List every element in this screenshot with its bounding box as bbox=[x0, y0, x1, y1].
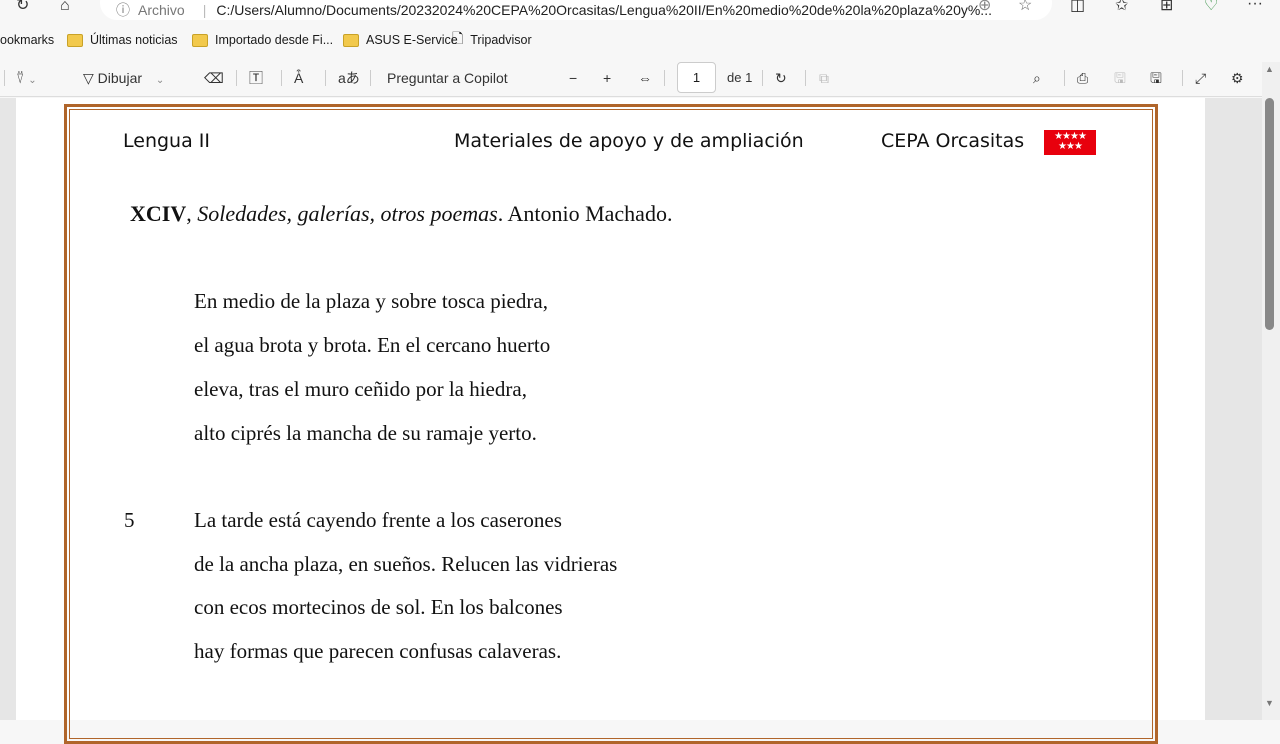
text-box-icon[interactable]: 🅃 bbox=[249, 68, 263, 88]
browser-essentials-icon[interactable]: ♡ bbox=[1204, 0, 1218, 16]
bookmark-label: Tripadvisor bbox=[470, 33, 532, 47]
draw-label: Dibujar bbox=[97, 70, 143, 86]
zoom-out-icon[interactable]: − bbox=[569, 68, 577, 88]
fullscreen-icon[interactable]: ⤢ bbox=[1195, 68, 1206, 88]
verse-line: La tarde está cayendo frente a los caser… bbox=[194, 508, 562, 532]
settings-gear-icon[interactable]: ⚙ bbox=[1231, 68, 1244, 88]
poem-number: XCIV bbox=[130, 201, 187, 226]
scroll-up-icon[interactable]: ▲ bbox=[1265, 64, 1274, 74]
save-icon[interactable]: 🖫 bbox=[1114, 68, 1126, 88]
verse-line: con ecos mortecinos de sol. En los balco… bbox=[194, 595, 563, 619]
folder-icon bbox=[343, 33, 359, 47]
read-aloud-icon[interactable]: A͒ bbox=[294, 68, 303, 88]
folder-icon bbox=[67, 33, 83, 47]
collections-icon[interactable]: ⊞ bbox=[1160, 0, 1173, 16]
draw-icon: ▽ bbox=[83, 70, 94, 86]
address-divider: | bbox=[202, 2, 207, 18]
ask-copilot-button[interactable]: Preguntar a Copilot bbox=[387, 68, 508, 88]
bookmark-ultimas-noticias[interactable]: Últimas noticias bbox=[67, 30, 178, 50]
favorite-star-icon[interactable]: ☆ bbox=[1018, 0, 1032, 16]
verse-line: alto ciprés la mancha de su ramaje yerto… bbox=[194, 421, 537, 445]
header-school: CEPA Orcasitas bbox=[881, 130, 1025, 152]
home-icon[interactable]: ⌂ bbox=[60, 0, 70, 16]
bookmark-importado[interactable]: Importado desde Fi... bbox=[192, 30, 333, 50]
info-icon: ⓘ bbox=[116, 2, 130, 18]
page-total: de 1 bbox=[727, 70, 753, 85]
header-subject: Lengua II bbox=[123, 130, 210, 152]
scroll-down-icon[interactable]: ▼ bbox=[1265, 698, 1274, 708]
eraser-icon[interactable]: ⌫ bbox=[204, 68, 224, 88]
madrid-flag-logo: ★★★★ ★★★ bbox=[1044, 130, 1096, 155]
highlight-icon[interactable]: ⍢ ⌄ bbox=[16, 68, 37, 91]
verse-line: hay formas que parecen confusas calavera… bbox=[194, 639, 562, 663]
header-title: Materiales de apoyo y de ampliación bbox=[454, 130, 804, 152]
split-screen-icon[interactable]: ◫ bbox=[1070, 0, 1085, 16]
draw-button[interactable]: ▽ Dibujar ⌄ bbox=[83, 68, 164, 91]
title-separator: , bbox=[186, 201, 198, 226]
print-icon[interactable]: ⎙ bbox=[1077, 68, 1088, 88]
page-icon: 🗋 bbox=[452, 30, 464, 46]
bookmark-label: Últimas noticias bbox=[90, 33, 178, 47]
author: . Antonio Machado. bbox=[497, 201, 673, 226]
verse-line: En medio de la plaza y sobre tosca piedr… bbox=[194, 289, 548, 313]
line-number: 5 bbox=[124, 508, 135, 532]
zoom-icon[interactable]: ⊕ bbox=[978, 0, 991, 16]
translate-icon[interactable]: aあ bbox=[338, 68, 360, 88]
bookmark-all[interactable]: ookmarks bbox=[0, 30, 54, 50]
save-as-icon[interactable]: 🖫 bbox=[1150, 68, 1162, 88]
verse-line: de la ancha plaza, en sueños. Relucen la… bbox=[194, 552, 618, 576]
zoom-in-icon[interactable]: + bbox=[603, 68, 611, 88]
bookmark-tripadvisor[interactable]: 🗋 Tripadvisor bbox=[452, 30, 532, 50]
address-prefix: Archivo bbox=[138, 2, 185, 18]
more-menu-icon[interactable]: ··· bbox=[1247, 0, 1263, 14]
fit-width-icon[interactable]: ⇔ bbox=[638, 68, 652, 88]
book-title: Soledades, galerías, otros poemas bbox=[197, 201, 498, 226]
url-text: C:/Users/Alumno/Documents/20232024%20CEP… bbox=[216, 2, 992, 18]
bookmark-label: ASUS E-Service bbox=[366, 33, 458, 47]
bookmark-asus[interactable]: ASUS E-Service bbox=[343, 30, 458, 50]
page-view-icon[interactable]: ⧉ bbox=[819, 68, 829, 88]
folder-icon bbox=[192, 33, 208, 47]
bookmark-label: ookmarks bbox=[0, 33, 55, 47]
scrollbar-thumb[interactable] bbox=[1265, 98, 1274, 330]
search-icon[interactable]: ⌕ bbox=[1033, 68, 1041, 88]
poem-title: XCIV, Soledades, galerías, otros poemas.… bbox=[130, 201, 672, 227]
verse-line: eleva, tras el muro ceñido por la hiedra… bbox=[194, 377, 527, 401]
favorites-icon[interactable]: ✩ bbox=[1115, 0, 1128, 16]
address-bar[interactable]: ⓘ Archivo | C:/Users/Alumno/Documents/20… bbox=[100, 0, 1052, 20]
bookmark-label: Importado desde Fi... bbox=[215, 33, 334, 47]
refresh-icon[interactable]: ↻ bbox=[16, 0, 29, 16]
rotate-icon[interactable]: ↻ bbox=[775, 68, 787, 88]
page-number-input[interactable]: 1 bbox=[677, 62, 716, 93]
verse-line: el agua brota y brota. En el cercano hue… bbox=[194, 333, 551, 357]
